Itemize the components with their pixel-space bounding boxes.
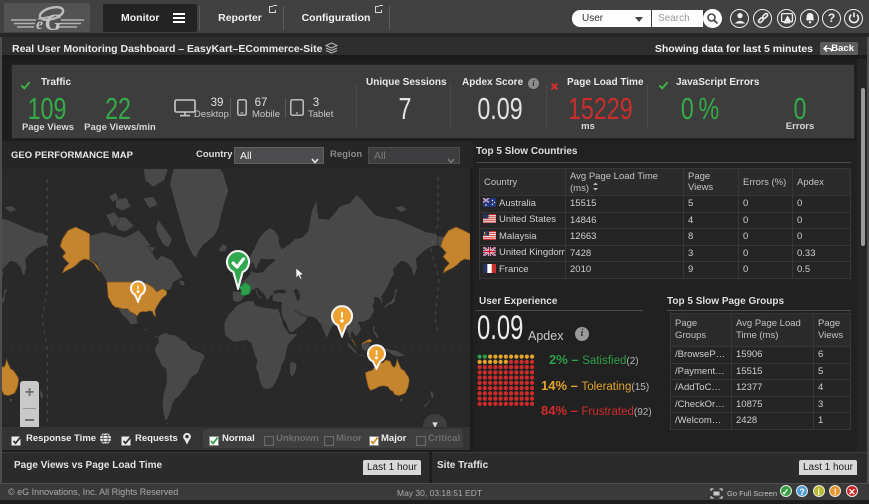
svg-text:G: G (45, 10, 62, 32)
svg-text:e: e (36, 16, 43, 32)
